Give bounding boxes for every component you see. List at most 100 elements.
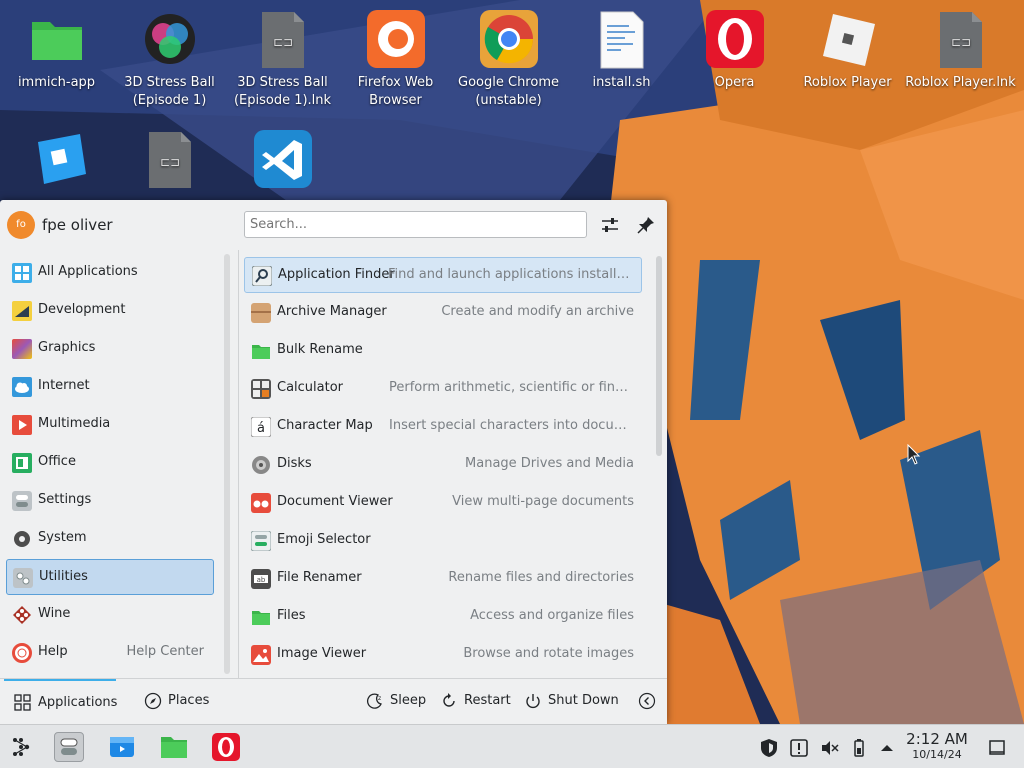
category-sublabel: Help Center [126,644,204,659]
desktop-icon-chrome[interactable]: Google Chrome (unstable) [452,0,565,110]
power-icon [524,692,542,710]
category-multimedia[interactable]: Multimedia [6,407,214,443]
utilities-icon [13,568,33,588]
folder-icon[interactable] [159,732,189,762]
app-name: Emoji Selector [277,532,371,547]
chevron-up-icon[interactable] [876,737,898,759]
category-help[interactable]: Help Help Center [6,635,214,671]
svg-text:⊏⊐: ⊏⊐ [950,35,970,49]
app-document-viewer[interactable]: Document Viewer View multi-page document… [244,485,642,521]
tab-places[interactable]: Places [144,679,224,724]
svg-text:⊏⊐: ⊏⊐ [159,155,179,169]
app-archive-manager[interactable]: Archive Manager Create and modify an arc… [244,295,642,331]
link-file-icon: ⊏⊐ [139,128,201,190]
search-input[interactable] [244,211,587,238]
clock[interactable]: 2:12 AM 10/14/24 [900,731,974,762]
clock-date: 10/14/24 [912,748,962,761]
category-label: Development [38,302,126,317]
application-list: Application Finder Find and launch appli… [244,250,654,678]
battery-icon[interactable] [848,737,870,759]
link-file-icon: ⊏⊐ [930,8,992,70]
desktop-icon-link[interactable]: ⊏⊐ [113,120,226,194]
mouse-cursor-icon [907,443,921,470]
desktop-icon-roblox-player-lnk[interactable]: ⊏⊐ Roblox Player.lnk [904,0,1017,92]
restart-icon [440,692,458,710]
app-description: Rename files and directories [448,570,634,585]
character-map-icon: á [250,416,272,438]
category-development[interactable]: Development [6,293,214,329]
app-emoji-selector[interactable]: Emoji Selector [244,523,642,559]
app-name: Document Viewer [277,494,393,509]
category-label: Wine [38,606,71,621]
firefox-icon [365,8,427,70]
desktop-icon-opera[interactable]: Opera [678,0,791,92]
taskbar: 2:12 AM 10/14/24 [0,724,1024,768]
calculator-icon [251,379,271,399]
category-label: System [38,530,87,545]
app-description: Find and launch applications installed..… [388,267,633,282]
desktop-icon-immich-app[interactable]: immich-app [0,0,113,92]
script-file-icon [591,8,653,70]
category-utilities[interactable]: Utilities [6,559,214,595]
opera-icon[interactable] [211,732,241,762]
category-label: Office [38,454,76,469]
desktop-icon-label: Firefox Web Browser [357,75,434,108]
disk-icon [251,455,271,475]
configure-icon[interactable] [598,213,622,237]
application-launcher: fo fpe oliver All Applications Developme… [0,200,667,724]
shield-icon[interactable] [758,737,780,759]
desktop-icon-firefox[interactable]: Firefox Web Browser [339,0,452,110]
category-system[interactable]: System [6,521,214,557]
development-icon [12,301,32,321]
multimedia-icon [12,415,32,435]
app-description: Insert special characters into documents [389,418,634,433]
show-desktop-icon[interactable] [986,737,1008,759]
app-file-renamer[interactable]: ab File Renamer Rename files and directo… [244,561,642,597]
roblox-studio-icon [26,128,88,190]
app-name: File Renamer [277,570,362,585]
category-graphics[interactable]: Graphics [6,331,214,367]
category-all-applications[interactable]: All Applications [6,255,214,291]
help-icon [12,643,32,663]
grid-icon [12,263,32,283]
desktop-icon-3d-stress-ball[interactable]: 3D Stress Ball (Episode 1) [113,0,226,110]
category-scrollbar[interactable] [224,254,230,674]
application-scrollbar[interactable] [656,256,662,456]
notification-icon[interactable] [788,737,810,759]
category-wine[interactable]: Wine [6,597,214,633]
tab-applications[interactable]: Applications [4,679,117,726]
avatar[interactable]: fo [7,211,35,239]
desktop-icon-roblox-studio[interactable] [0,120,113,194]
image-viewer-icon [251,645,271,665]
category-settings[interactable]: Settings [6,483,214,519]
sleep-button[interactable]: z Sleep [366,679,428,724]
restart-button[interactable]: Restart [440,679,512,724]
discover-icon[interactable] [107,732,137,762]
app-application-finder[interactable]: Application Finder Find and launch appli… [244,257,642,293]
shut-down-button[interactable]: Shut Down [524,679,620,724]
category-office[interactable]: Office [6,445,214,481]
app-bulk-rename[interactable]: Bulk Rename [244,333,642,369]
desktop-icon-3d-stress-ball-lnk[interactable]: ⊏⊐ 3D Stress Ball (Episode 1).lnk [226,0,339,110]
app-calculator[interactable]: Calculator Perform arithmetic, scientifi… [244,371,642,407]
desktop-icon-vscode[interactable] [226,120,339,194]
more-actions-button[interactable] [638,679,658,724]
wine-icon [12,605,32,625]
app-disks[interactable]: Disks Manage Drives and Media [244,447,642,483]
app-image-viewer[interactable]: Image Viewer Browse and rotate images [244,637,642,673]
settings-icon[interactable] [54,732,84,762]
office-icon [12,453,32,473]
shut-down-label: Shut Down [548,693,619,708]
pin-icon[interactable] [634,213,658,237]
app-launcher-icon[interactable] [6,732,36,762]
app-character-map[interactable]: á Character Map Insert special character… [244,409,642,445]
category-label: Graphics [38,340,96,355]
app-files[interactable]: Files Access and organize files [244,599,642,635]
volume-muted-icon[interactable] [818,737,840,759]
app-name: Application Finder [278,267,395,282]
desktop-icon-install-sh[interactable]: install.sh [565,0,678,92]
desktop-icon-label: immich-app [17,75,96,90]
chevron-left-icon [638,692,656,710]
desktop-icon-roblox-player[interactable]: Roblox Player [791,0,904,92]
category-internet[interactable]: Internet [6,369,214,405]
